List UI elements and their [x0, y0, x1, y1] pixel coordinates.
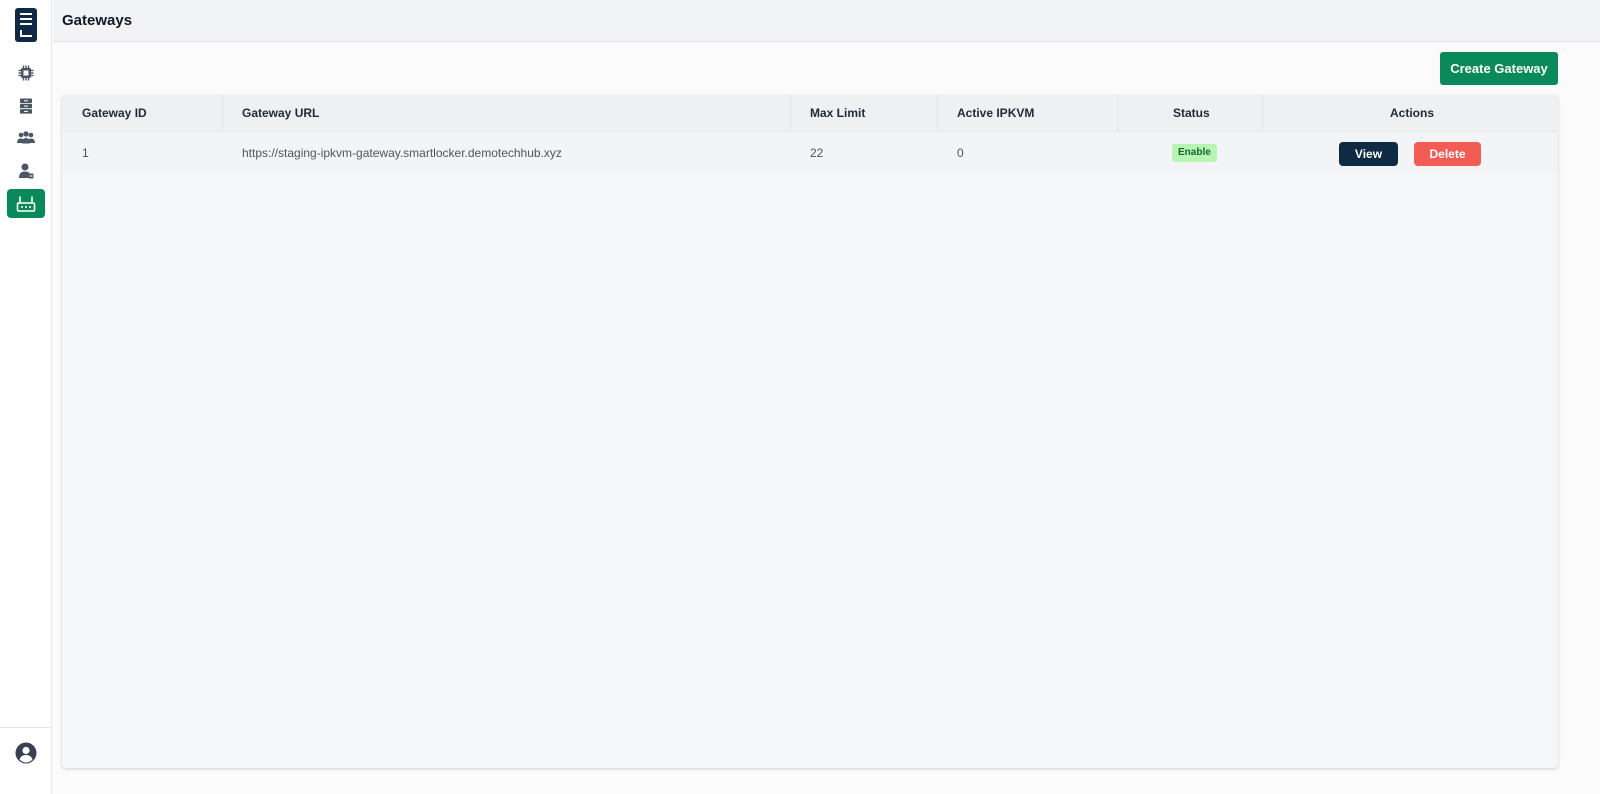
cell-max-limit: 22 [810, 146, 824, 160]
users-icon [16, 129, 36, 147]
delete-button[interactable]: Delete [1414, 142, 1481, 166]
table-row: 1 https://staging-ipkvm-gateway.smartloc… [62, 132, 1558, 174]
column-header-gateway-url: Gateway URL [242, 106, 320, 120]
sidebar-item-users[interactable] [7, 123, 45, 152]
user-badge-icon [17, 162, 35, 180]
column-header-actions: Actions [1390, 106, 1435, 120]
column-header-max-limit: Max Limit [810, 106, 866, 120]
app-root: Gateways Create Gateway Gateway ID Gatew… [0, 0, 1600, 794]
column-header-status: Status [1173, 106, 1210, 120]
status-badge: Enable [1172, 144, 1217, 162]
user-circle-icon[interactable] [15, 742, 37, 764]
page-title: Gateways [62, 12, 133, 29]
column-divider [937, 95, 938, 132]
view-button[interactable]: View [1339, 142, 1398, 166]
sidebar [0, 0, 52, 794]
create-gateway-button[interactable]: Create Gateway [1440, 52, 1558, 85]
cell-active-ipkvm: 0 [957, 146, 964, 160]
column-header-active-ipkvm: Active IPKVM [957, 106, 1035, 120]
sidebar-item-servers[interactable] [7, 91, 45, 120]
column-divider [1117, 95, 1118, 132]
column-divider [1262, 95, 1263, 132]
app-logo[interactable] [15, 8, 37, 42]
gateways-table: Gateway ID Gateway URL Max Limit Active … [62, 95, 1558, 768]
cell-gateway-id: 1 [82, 146, 89, 160]
table-header: Gateway ID Gateway URL Max Limit Active … [62, 95, 1558, 132]
sidebar-item-gateways[interactable] [7, 189, 45, 218]
sidebar-item-devices[interactable] [7, 58, 45, 87]
chip-icon [17, 64, 35, 82]
cell-gateway-url: https://staging-ipkvm-gateway.smartlocke… [242, 146, 562, 160]
column-header-gateway-id: Gateway ID [82, 106, 147, 120]
sidebar-item-user-management[interactable] [7, 156, 45, 185]
page-header: Gateways [53, 0, 1600, 42]
sidebar-divider [0, 727, 52, 728]
column-divider [222, 95, 223, 132]
gateway-router-icon [16, 195, 36, 213]
server-icon [17, 97, 35, 115]
column-divider [790, 95, 791, 132]
